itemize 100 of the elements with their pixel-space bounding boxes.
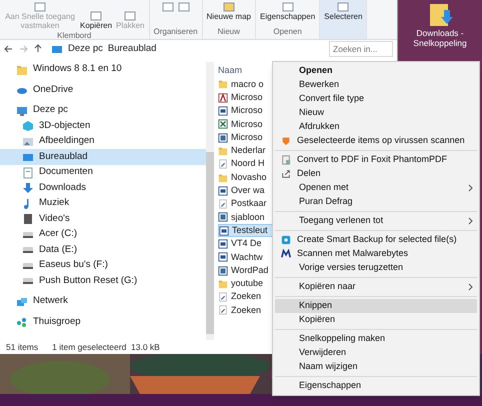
nav-item[interactable]: Muziek xyxy=(0,196,206,212)
file-row[interactable]: Microso xyxy=(218,118,274,131)
back-arrow-icon[interactable] xyxy=(4,44,13,53)
ribbon-button[interactable]: Eigenschappen xyxy=(260,2,316,21)
shortcut-icon xyxy=(218,199,228,210)
folder-icon xyxy=(16,64,28,76)
nav-item[interactable]: 3D-objecten xyxy=(0,118,206,134)
desktop-icon-label[interactable]: Downloads - Snelkoppeling xyxy=(405,28,475,48)
folder-icon xyxy=(218,278,228,289)
group-label: Organiseren xyxy=(154,26,198,38)
forward-arrow-icon[interactable] xyxy=(19,44,28,53)
menu-item[interactable]: Snelkoppeling maken xyxy=(275,332,477,346)
publisher-file-icon xyxy=(218,266,228,276)
nav-item[interactable]: Data (E:) xyxy=(0,242,206,258)
menu-item[interactable]: Toegang verlenen tot xyxy=(275,214,477,228)
nav-item[interactable]: Thuisgroep xyxy=(0,314,206,330)
file-row[interactable]: Microso xyxy=(218,104,274,118)
folder-icon xyxy=(218,79,228,90)
file-row[interactable]: Microso xyxy=(218,130,274,144)
network-icon xyxy=(16,296,28,308)
download-folder-icon[interactable] xyxy=(427,2,453,28)
file-row[interactable]: Zoeken xyxy=(218,304,274,318)
homegroup-icon xyxy=(16,316,28,328)
file-row[interactable]: Postkaar xyxy=(218,197,274,211)
shield-icon xyxy=(281,136,291,146)
selection-info: 1 item geselecteerd 13.0 kB xyxy=(52,340,160,354)
publisher-file-icon xyxy=(218,132,228,143)
nav-item[interactable]: Bureaublad xyxy=(0,149,206,165)
nav-item[interactable]: Deze pc xyxy=(0,102,206,118)
menu-item[interactable]: Convert to PDF in Foxit PhantomPDF xyxy=(275,153,477,167)
menu-item[interactable]: Nieuw xyxy=(275,106,477,120)
menu-item[interactable]: Verwijderen xyxy=(275,346,477,360)
search-field[interactable]: Zoeken in... xyxy=(329,40,393,57)
menu-item[interactable]: Delen xyxy=(275,167,477,181)
menu-item[interactable]: Create Smart Backup for selected file(s) xyxy=(275,233,477,247)
new-folder-icon xyxy=(222,2,235,12)
menu-item[interactable]: Bewerken xyxy=(275,78,477,92)
menu-item[interactable]: Openen met xyxy=(275,181,477,195)
menu-item[interactable]: Naam wijzigen xyxy=(275,360,477,374)
up-arrow-icon[interactable] xyxy=(34,44,42,54)
nav-item[interactable]: Acer (C:) xyxy=(0,226,206,242)
file-row[interactable]: WordPad xyxy=(218,264,274,278)
nav-item[interactable]: Documenten xyxy=(0,164,206,180)
menu-item[interactable]: Geselecteerde items op virussen scannen xyxy=(275,134,477,148)
menu-item[interactable]: Kopiëren xyxy=(275,313,477,327)
shortcut-icon xyxy=(218,292,228,302)
download-icon xyxy=(22,182,34,194)
pdf-file-icon xyxy=(281,155,291,165)
file-row[interactable]: Novasho xyxy=(218,170,274,184)
file-row[interactable]: sjabloon xyxy=(218,210,274,224)
file-row[interactable]: Wachtw xyxy=(218,250,274,264)
nav-item[interactable]: Downloads xyxy=(0,180,206,196)
file-row[interactable]: macro o xyxy=(218,78,274,92)
file-row[interactable]: VT4 De xyxy=(218,237,274,251)
scrollbar-track[interactable] xyxy=(206,62,214,340)
cube-icon xyxy=(22,120,34,132)
nav-item[interactable]: Easeus bu's (F:) xyxy=(0,258,206,274)
nav-item[interactable]: Windows 8 8.1 en 10 xyxy=(0,62,206,78)
item-count: 51 items xyxy=(6,340,38,354)
ribbon-button[interactable]: Kopiëren xyxy=(80,11,112,30)
menu-item[interactable]: Scannen met Malwarebytes xyxy=(275,247,477,261)
ribbon-button[interactable]: Nieuwe map xyxy=(206,2,251,21)
menu-item[interactable]: Afdrukken xyxy=(275,120,477,134)
menu-item[interactable]: Knippen xyxy=(275,299,477,313)
share-icon xyxy=(281,169,291,179)
file-row[interactable]: Zoeken xyxy=(218,290,274,304)
menu-item[interactable]: Convert file type xyxy=(275,92,477,106)
breadcrumb[interactable]: Bureaublad xyxy=(108,42,156,56)
group-label: Klembord xyxy=(57,30,92,42)
shortcut-icon xyxy=(218,305,228,316)
word-file-icon xyxy=(219,226,229,236)
group-label: Nieuw xyxy=(218,26,240,38)
menu-item[interactable]: Eigenschappen xyxy=(275,379,477,393)
access-file-icon xyxy=(218,92,228,103)
file-row[interactable]: Testsleut xyxy=(218,224,274,238)
address-field[interactable]: Deze pc Bureaublad xyxy=(48,40,323,57)
menu-item[interactable]: Openen xyxy=(275,64,477,78)
image-icon xyxy=(22,136,34,148)
excel-file-icon xyxy=(218,119,228,130)
backup-icon xyxy=(281,235,291,245)
menu-item[interactable]: Puran Defrag xyxy=(275,195,477,209)
nav-item[interactable]: Netwerk xyxy=(0,294,206,310)
scrollbar-thumb[interactable] xyxy=(206,152,214,334)
nav-item[interactable]: Video's xyxy=(0,211,206,227)
menu-item[interactable]: Vorige versies terugzetten xyxy=(275,261,477,275)
nav-item[interactable]: Afbeeldingen xyxy=(0,134,206,150)
file-row[interactable]: Noord H xyxy=(218,158,274,171)
publisher-file-icon xyxy=(218,212,228,222)
group-label: Openen xyxy=(273,26,302,38)
file-row[interactable]: Over wa xyxy=(218,184,274,198)
nav-item[interactable]: OneDrive xyxy=(0,82,206,98)
folder-icon xyxy=(218,172,228,182)
word-file-icon xyxy=(218,186,228,196)
breadcrumb[interactable]: Deze pc xyxy=(68,42,103,56)
menu-item[interactable]: Kopiëren naar xyxy=(275,280,477,294)
file-row[interactable]: Microso xyxy=(218,91,274,104)
file-row[interactable]: youtube xyxy=(218,277,274,291)
nav-item[interactable]: Push Button Reset (G:) xyxy=(0,273,206,289)
file-row[interactable]: Nederlar xyxy=(218,144,274,158)
word-file-icon xyxy=(218,106,228,116)
